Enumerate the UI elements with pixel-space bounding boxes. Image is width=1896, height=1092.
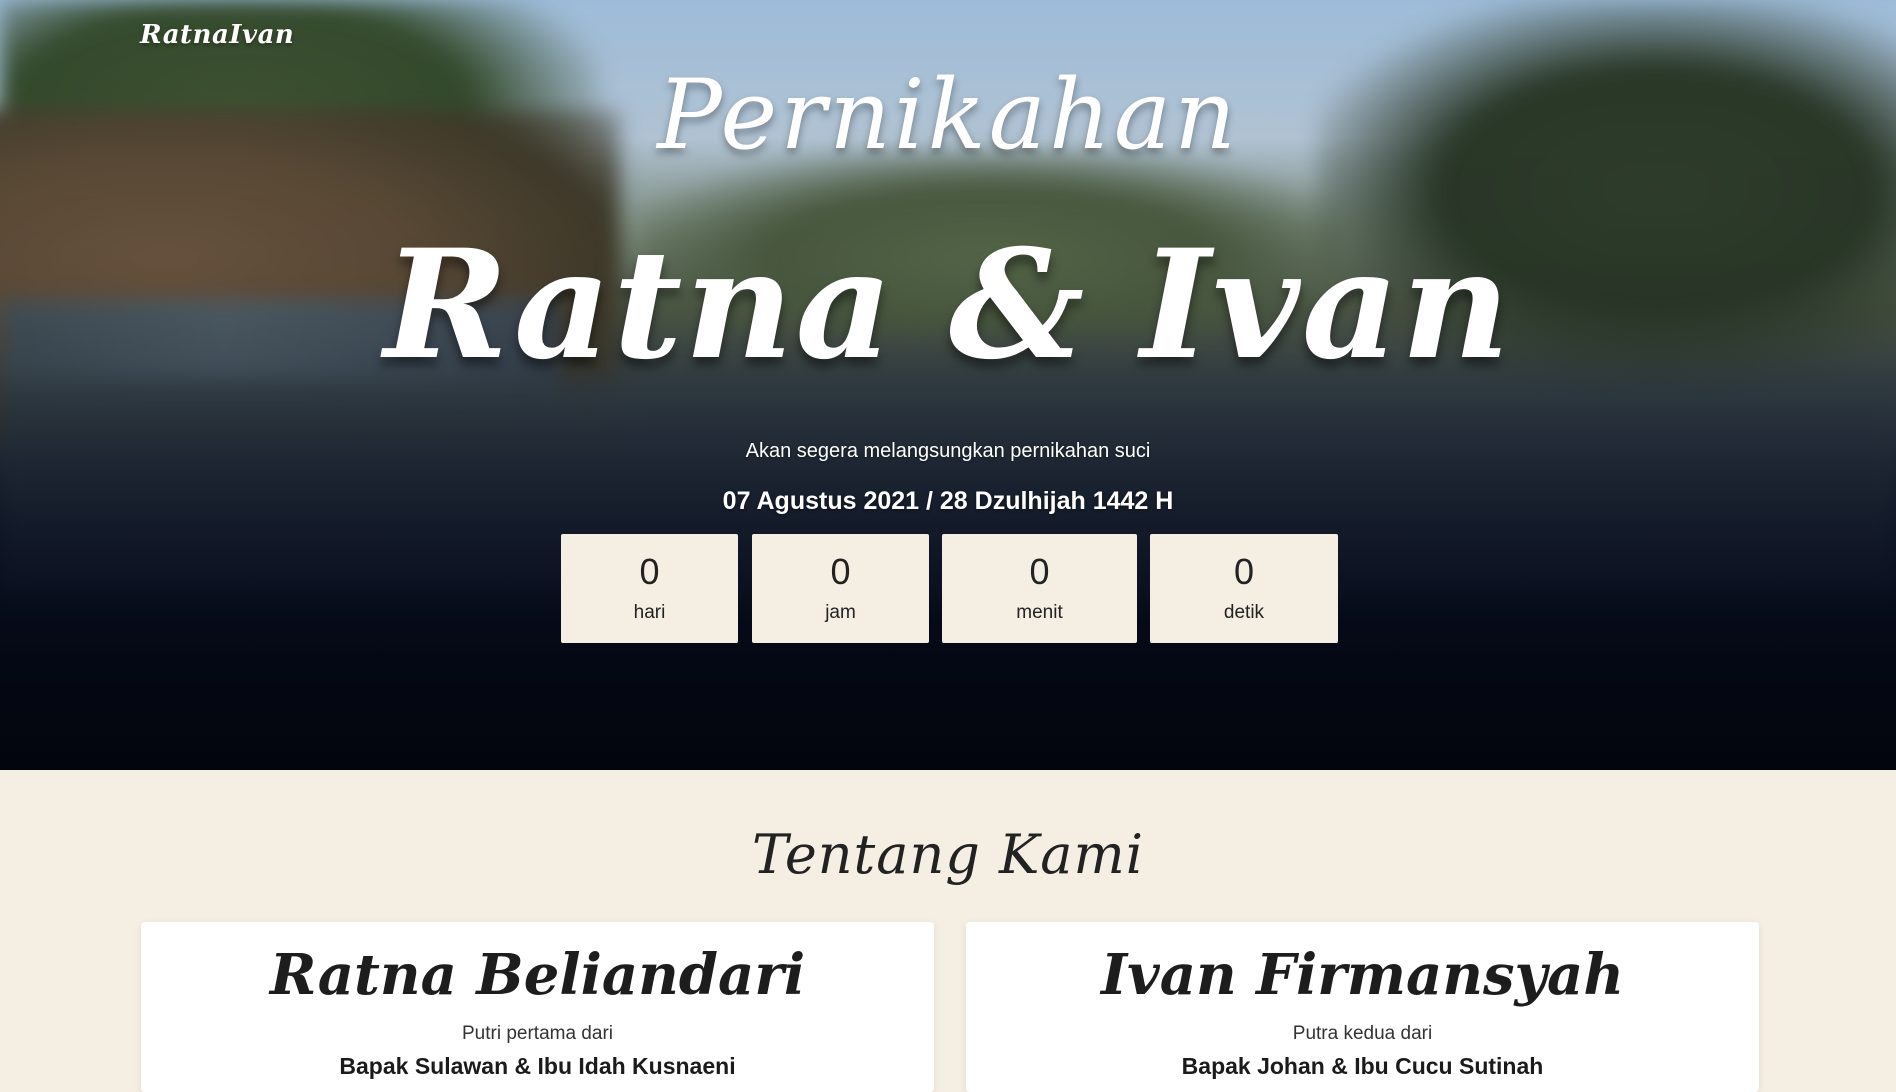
countdown-days: 0 hari [561,534,738,643]
bride-relation: Putri pertama dari [461,1023,613,1044]
countdown-minutes-value: 0 [1029,551,1050,592]
countdown-minutes: 0 menit [942,534,1137,643]
wedding-date: 07 Agustus 2021 / 28 Dzulhijah 1442 H [722,487,1174,515]
bride-name: Ratna Beliandari [269,942,806,1008]
countdown-seconds-value: 0 [1233,551,1255,592]
groom-name: Ivan Firmansyah [1100,942,1625,1008]
bride-parents: Bapak Sulawan & Ibu Idah Kusnaeni [339,1053,736,1079]
hero-section: RatnaIvan Pernikahan Ratna & Ivan Akan s… [0,0,1896,770]
countdown-hours: 0 jam [752,534,929,643]
groom-parents: Bapak Johan & Ibu Cucu Sutinah [1181,1053,1544,1079]
groom-relation: Putra kedua dari [1292,1023,1433,1044]
couple-names-title: Ratna & Ivan [383,217,1513,393]
countdown-seconds-label: detik [1223,602,1265,623]
about-heading: Tentang Kami [752,823,1144,886]
countdown-days-label: hari [633,602,666,623]
groom-card: Ivan Firmansyah Putra kedua dari Bapak J… [966,922,1759,1092]
countdown-timer: 0 hari 0 jam 0 menit 0 detik [0,534,1896,644]
hero-tagline: Akan segera melangsungkan pernikahan suc… [745,440,1151,462]
bride-card: Ratna Beliandari Putri pertama dari Bapa… [141,922,934,1092]
countdown-hours-label: jam [825,602,856,623]
countdown-minutes-label: menit [1016,602,1063,623]
navbar-brand[interactable]: RatnaIvan [140,20,294,50]
about-section: Tentang Kami Ratna Beliandari Putri pert… [0,770,1896,1092]
countdown-hours-value: 0 [830,551,851,592]
countdown-days-value: 0 [639,551,660,592]
countdown-seconds: 0 detik [1150,534,1338,643]
hero-subtitle: Pernikahan [657,59,1239,171]
